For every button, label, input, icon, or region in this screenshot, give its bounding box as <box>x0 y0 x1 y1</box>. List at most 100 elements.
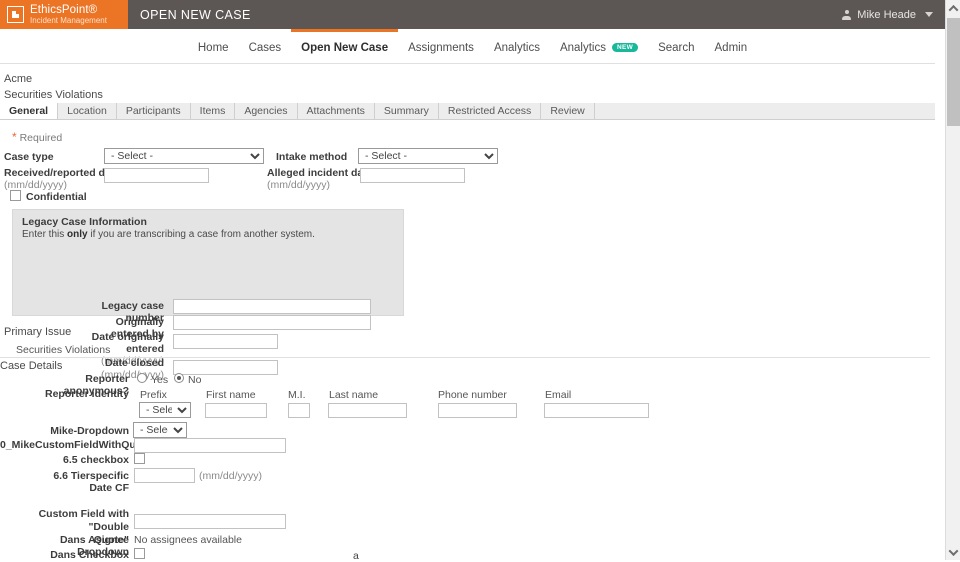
brand-name: EthicsPoint® <box>30 3 98 16</box>
top-header-bar: EthicsPoint® Incident Management OPEN NE… <box>0 0 945 29</box>
dans-checkbox-label: Dans Checkbox <box>50 549 129 561</box>
nav-label: Analytics <box>559 41 606 54</box>
dans-assignee-dropdown-value: No assignees available <box>134 534 242 546</box>
new-badge: NEW <box>612 42 639 53</box>
prefix-select[interactable]: - Select - <box>139 402 191 418</box>
primary-issue-heading: Primary Issue <box>4 326 72 338</box>
legacy-desc-bold: only <box>67 229 88 240</box>
case-type-select[interactable]: - Select - <box>104 148 264 164</box>
nav-item-open-new-case[interactable]: Open New Case <box>291 29 399 63</box>
phone-number-input[interactable] <box>438 403 517 418</box>
double-quote-label-line1: Custom Field with "Double <box>38 508 129 533</box>
received-date-hint: (mm/dd/yyyy) <box>4 179 67 191</box>
required-star-icon: * <box>12 130 17 144</box>
divider-case-details <box>0 357 930 358</box>
legacy-panel-description: Enter this only if you are transcribing … <box>22 229 315 240</box>
date-closed-input[interactable] <box>173 360 278 375</box>
tab-label: Attachments <box>306 105 365 117</box>
last-name-input[interactable] <box>328 403 407 418</box>
mike-dropdown-select[interactable]: - Select - <box>133 422 187 438</box>
case-tab-strip: General Location Participants Items Agen… <box>0 103 935 120</box>
tab-agencies[interactable]: Agencies <box>235 103 298 119</box>
alleged-date-hint: (mm/dd/yyyy) <box>267 179 330 191</box>
checkbox-65-label: 6.5 checkbox <box>63 454 129 466</box>
reporter-identity-label: Reporter identity <box>44 388 129 400</box>
alleged-date-label: Alleged incident date (mm/dd/yyyy) <box>267 167 373 191</box>
date-closed-label-text: Date closed <box>105 357 164 369</box>
page-scrollbar[interactable] <box>945 0 960 560</box>
reporter-anonymous-no-radio[interactable] <box>174 373 184 383</box>
nav-item-admin[interactable]: Admin <box>705 29 758 63</box>
chevron-down-icon[interactable] <box>946 544 960 560</box>
scrollbar-thumb[interactable] <box>947 18 960 126</box>
originally-entered-by-input[interactable] <box>173 315 371 330</box>
tab-review[interactable]: Review <box>541 103 595 119</box>
tab-general[interactable]: General <box>0 103 59 119</box>
required-note: * Required <box>12 130 62 144</box>
user-name: Mike Heade <box>857 8 916 21</box>
tab-label: Restricted Access <box>447 105 532 117</box>
middle-initial-input[interactable] <box>288 403 310 418</box>
nav-label: Analytics <box>493 41 540 54</box>
case-type-label: Case type <box>4 151 54 163</box>
tab-label: Agencies <box>244 105 288 117</box>
custom-field-with-quotes-input[interactable] <box>134 438 286 453</box>
nav-label: Cases <box>248 41 282 54</box>
user-icon <box>842 9 852 20</box>
received-date-input[interactable] <box>104 168 209 183</box>
nav-label: Open New Case <box>301 41 389 54</box>
nav-item-search[interactable]: Search <box>648 29 704 63</box>
breadcrumb-issue: Securities Violations <box>4 89 103 101</box>
confidential-checkbox[interactable] <box>10 190 21 201</box>
tab-attachments[interactable]: Attachments <box>298 103 375 119</box>
email-column-header: Email <box>545 389 572 401</box>
dans-checkbox[interactable] <box>134 548 145 559</box>
last-name-column-header: Last name <box>329 389 379 401</box>
brand-logo-area[interactable]: EthicsPoint® Incident Management <box>0 0 128 29</box>
alleged-date-input[interactable] <box>360 168 465 183</box>
tab-items[interactable]: Items <box>191 103 236 119</box>
nav-label: Home <box>197 41 229 54</box>
first-name-input[interactable] <box>205 403 267 418</box>
tab-location[interactable]: Location <box>58 103 117 119</box>
nav-item-home[interactable]: Home <box>188 29 239 63</box>
nav-list: Home Cases Open New Case Assignments Ana… <box>188 29 757 63</box>
double-quote-field-input[interactable] <box>134 514 286 529</box>
tab-restricted-access[interactable]: Restricted Access <box>439 103 542 119</box>
tab-label: Participants <box>125 105 181 117</box>
custom-field-with-quotes-label: 0_MikeCustomFieldWithQuotes" <box>0 439 163 451</box>
legacy-desc-post: if you are transcribing a case from anot… <box>87 229 315 240</box>
checkbox-65[interactable] <box>134 453 145 464</box>
tab-summary[interactable]: Summary <box>375 103 439 119</box>
received-date-label: Received/reported date (mm/dd/yyyy) <box>4 167 120 191</box>
intake-method-label: Intake method <box>276 151 348 163</box>
nav-label: Assignments <box>408 41 474 54</box>
tierspecific-date-cf-input[interactable] <box>134 468 195 483</box>
nav-item-analytics[interactable]: Analytics <box>484 29 550 63</box>
reporter-anonymous-yes-radio[interactable] <box>137 373 147 383</box>
reporter-anonymous-no-label: No <box>188 374 202 386</box>
nav-item-assignments[interactable]: Assignments <box>398 29 484 63</box>
middle-initial-column-header: M.I. <box>288 389 306 401</box>
confidential-label: Confidential <box>26 191 87 203</box>
chevron-up-icon[interactable] <box>946 0 960 16</box>
first-name-column-header: First name <box>206 389 256 401</box>
primary-issue-value: Securities Violations <box>16 344 111 356</box>
nav-item-analytics-new[interactable]: Analytics NEW <box>550 29 648 63</box>
email-input[interactable] <box>544 403 649 418</box>
header-spacer <box>251 0 843 29</box>
alleged-date-label-text: Alleged incident date <box>267 167 373 179</box>
nav-item-cases[interactable]: Cases <box>239 29 292 63</box>
legacy-case-number-input[interactable] <box>173 299 371 314</box>
mike-dropdown-label: Mike-Dropdown <box>50 425 129 437</box>
tab-participants[interactable]: Participants <box>117 103 191 119</box>
date-originally-entered-input[interactable] <box>173 334 278 349</box>
intake-method-select[interactable]: - Select - <box>358 148 498 164</box>
legacy-desc-pre: Enter this <box>22 229 68 240</box>
stray-text: a <box>353 550 359 562</box>
divider-top <box>0 63 935 64</box>
chevron-down-icon[interactable] <box>925 12 933 17</box>
user-menu[interactable]: Mike Heade <box>842 0 945 29</box>
case-details-heading: Case Details <box>0 360 63 372</box>
tab-label: Items <box>199 105 226 117</box>
